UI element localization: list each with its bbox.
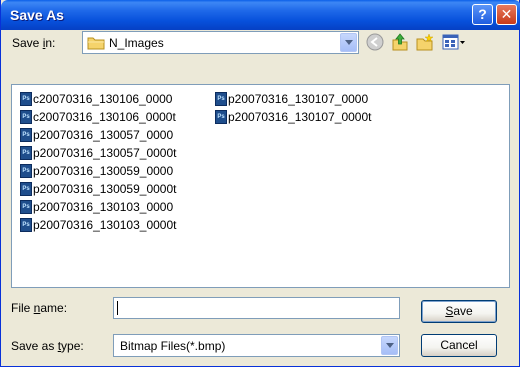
text-caret [117,301,118,315]
file-list[interactable]: Ps c20070316_130106_0000 Ps c20070316_13… [11,84,510,288]
view-menu-icon[interactable] [441,32,467,52]
file-name-input[interactable] [113,297,400,319]
file-name: p20070316_130103_0000 [33,200,174,214]
photoshop-file-icon: Ps [215,92,227,106]
photoshop-file-icon: Ps [215,110,227,124]
file-name: p20070316_130107_0000 [228,92,369,106]
help-button[interactable]: ? [472,4,493,25]
photoshop-file-icon: Ps [20,164,32,178]
window-title: Save As [10,7,64,23]
file-name: p20070316_130059_0000t [33,182,177,196]
file-name: p20070316_130059_0000 [33,164,174,178]
file-name: p20070316_130057_0000t [33,146,177,160]
save-in-combo[interactable]: N_Images [82,31,359,54]
back-icon[interactable] [365,32,385,52]
file-name: p20070316_130057_0000 [33,128,174,142]
photoshop-file-icon: Ps [20,128,32,142]
save-as-type-dropdown-arrow[interactable] [381,336,398,355]
photoshop-file-icon: Ps [20,200,32,214]
folder-icon [87,37,105,50]
save-button[interactable]: Save [421,300,497,323]
file-name: c20070316_130106_0000 [33,92,173,106]
save-in-label: Save in: [12,36,56,50]
photoshop-file-icon: Ps [20,218,32,232]
cancel-button[interactable]: Cancel [421,334,497,357]
photoshop-file-icon: Ps [20,182,32,196]
save-as-type-label: Save as type: [11,339,84,353]
save-in-dropdown-arrow[interactable] [340,33,357,52]
close-button[interactable]: ✕ [496,4,517,25]
file-name-label: File name: [11,301,68,315]
photoshop-file-icon: Ps [20,110,32,124]
file-name: p20070316_130103_0000t [33,218,177,232]
title-bar[interactable]: Save As ? ✕ [1,0,520,30]
file-name: p20070316_130107_0000t [228,110,372,124]
save-as-type-value: Bitmap Files(*.bmp) [120,339,226,353]
up-folder-icon[interactable] [390,32,410,52]
save-as-type-combo[interactable]: Bitmap Files(*.bmp) [113,334,400,357]
save-as-dialog: Save As ? ✕ Save in: N_Images Ps c200703… [0,0,520,367]
photoshop-file-icon: Ps [20,146,32,160]
save-in-value: N_Images [109,36,164,50]
new-folder-icon[interactable] [415,32,435,52]
file-name: c20070316_130106_0000t [33,110,176,124]
photoshop-file-icon: Ps [20,92,32,106]
